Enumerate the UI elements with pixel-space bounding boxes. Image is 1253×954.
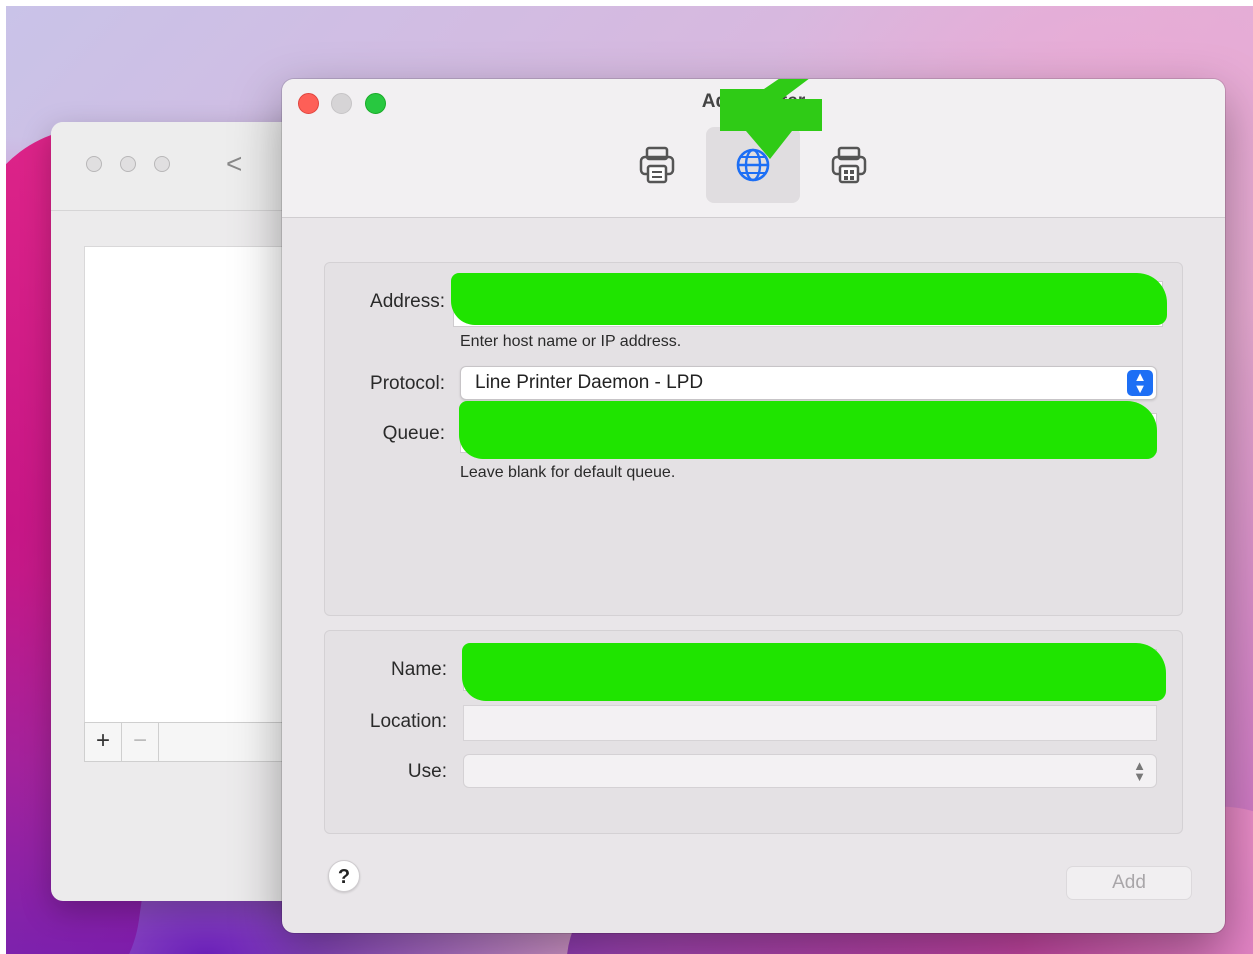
help-button[interactable]: ? <box>328 860 360 892</box>
use-select[interactable]: ▲ ▼ <box>463 754 1157 788</box>
remove-printer-button[interactable]: − <box>122 723 159 761</box>
windows-printer-icon <box>831 146 867 184</box>
protocol-value: Line Printer Daemon - LPD <box>475 372 704 393</box>
back-chevron-icon[interactable]: < <box>226 148 242 180</box>
protocol-select[interactable]: Line Printer Daemon - LPD ▲ ▼ <box>460 366 1157 400</box>
add-button[interactable]: Add <box>1066 866 1192 900</box>
add-printer-button[interactable]: + <box>85 723 122 761</box>
queue-hint: Leave blank for default queue. <box>460 464 676 481</box>
address-hint: Enter host name or IP address. <box>460 333 682 350</box>
minimize-button-inactive[interactable] <box>120 156 136 172</box>
tab-default-printer[interactable] <box>610 127 704 203</box>
address-redaction <box>451 273 1167 325</box>
location-label: Location: <box>369 711 447 732</box>
close-button-inactive[interactable] <box>86 156 102 172</box>
queue-label: Queue: <box>382 423 445 444</box>
annotation-arrow-icon <box>720 79 822 159</box>
add-printer-window: Add Printer <box>282 79 1225 933</box>
up-down-chevron-icon: ▲ ▼ <box>1127 370 1153 396</box>
use-label: Use: <box>407 761 447 782</box>
connection-panel: Address: Enter host name or IP address. … <box>324 262 1183 616</box>
name-redaction <box>462 643 1166 701</box>
queue-redaction <box>459 401 1157 459</box>
location-field[interactable] <box>463 705 1157 741</box>
up-down-chevron-icon: ▲ ▼ <box>1133 758 1146 784</box>
printer-details-panel: Name: Location: Use: ▲ ▼ <box>324 630 1183 834</box>
window-titlebar: Add Printer <box>282 79 1225 218</box>
address-label: Address: <box>370 291 445 312</box>
protocol-label: Protocol: <box>370 373 445 394</box>
printer-icon <box>639 146 675 184</box>
name-label: Name: <box>391 659 447 680</box>
zoom-button-inactive[interactable] <box>154 156 170 172</box>
